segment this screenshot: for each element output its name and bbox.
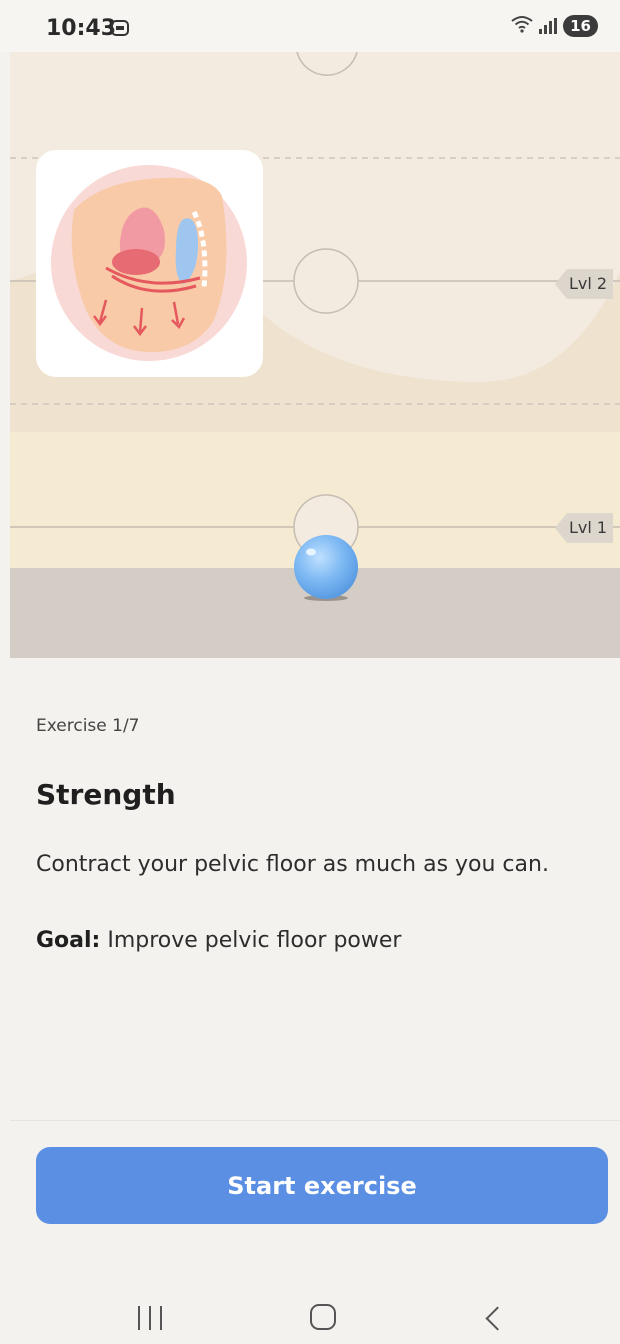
exercise-instruction: Contract your pelvic floor as much as yo… [36, 852, 549, 877]
back-icon[interactable] [485, 1306, 510, 1331]
level-2-marker: Lvl 2 [555, 269, 614, 299]
status-icons: 16 [511, 14, 598, 38]
exercise-visualization: Lvl 2 Lvl 1 [10, 52, 620, 658]
blue-ball-indicator [294, 535, 358, 599]
recent-apps-icon[interactable] [138, 1306, 162, 1330]
goal-text: Improve pelvic floor power [100, 928, 402, 953]
battery-badge: 16 [563, 15, 598, 37]
pelvic-floor-illustration [36, 150, 263, 377]
status-bar: 10:43 16 [0, 0, 620, 52]
exercise-counter: Exercise 1/7 [36, 716, 140, 736]
screenshot-icon [111, 20, 129, 36]
system-navigation-bar [0, 1280, 620, 1344]
goal-label: Goal: [36, 928, 101, 953]
home-icon[interactable] [310, 1304, 336, 1330]
exercise-goal: Goal: Improve pelvic floor power [36, 928, 401, 953]
start-exercise-button[interactable]: Start exercise [36, 1147, 608, 1224]
level-1-marker: Lvl 1 [555, 513, 614, 543]
exercise-title: Strength [36, 778, 176, 811]
wifi-icon [511, 15, 533, 38]
status-time: 10:43 [46, 16, 117, 41]
divider [10, 1120, 620, 1121]
signal-icon [539, 18, 558, 34]
